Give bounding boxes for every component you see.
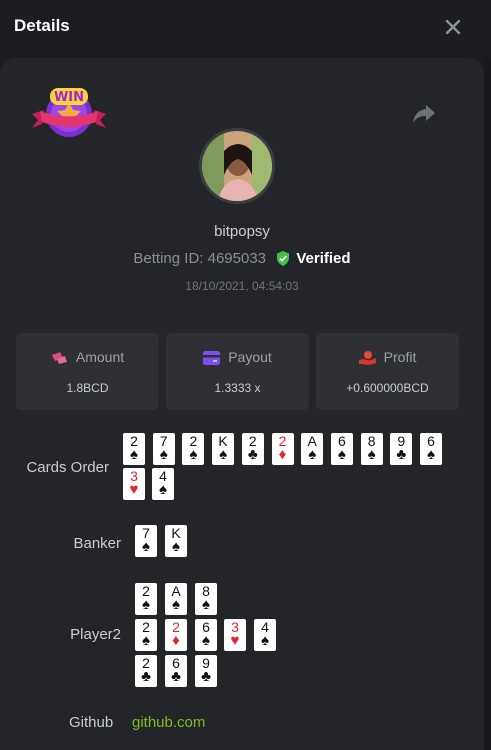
card-suit-icon: ♠ <box>308 446 317 463</box>
payout-label: Payout <box>228 349 272 365</box>
player2-label: Player2 <box>70 626 121 643</box>
card-suit-icon: ♠ <box>427 446 435 463</box>
playing-card: 4 ♠ <box>254 619 276 651</box>
card-suit-icon: ♠ <box>189 446 198 463</box>
card-suit-icon: ♠ <box>261 632 269 649</box>
playing-card: 7 ♠ <box>152 433 175 465</box>
amount-value: 1.8BCD <box>66 381 109 395</box>
playing-card: 9 ♣ <box>195 655 217 687</box>
profit-card: Profit +0.600000BCD <box>316 333 459 410</box>
playing-card: 2 ♦ <box>165 619 187 651</box>
username: bitpopsy <box>214 223 270 240</box>
github-label: Github <box>69 714 114 731</box>
win-badge-icon: WIN <box>30 84 108 144</box>
playing-card: 8 ♠ <box>360 433 383 465</box>
playing-card: 8 ♠ <box>195 583 217 615</box>
payout-icon <box>203 351 221 365</box>
playing-card: A ♠ <box>165 583 187 615</box>
card-suit-icon: ♦ <box>278 446 287 463</box>
card-suit-icon: ♠ <box>142 538 150 555</box>
playing-card: 4 ♠ <box>152 468 174 500</box>
card-suit-icon: ♠ <box>142 632 150 649</box>
dialog-title: Details <box>14 16 70 35</box>
cards-order-label: Cards Order <box>26 459 109 476</box>
amount-icon <box>51 352 67 364</box>
github-link[interactable]: github.com <box>132 714 205 731</box>
playing-card: K ♠ <box>165 525 187 557</box>
verified-shield-icon <box>277 251 290 266</box>
card-suit-icon: ♣ <box>201 668 211 685</box>
card-suit-icon: ♠ <box>172 538 180 555</box>
card-suit-icon: ♠ <box>159 446 168 463</box>
playing-card: 9 ♣ <box>390 433 413 465</box>
payout-card: Payout 1.3333 x <box>166 333 309 410</box>
card-suit-icon: ♠ <box>202 596 210 613</box>
playing-card: 6 ♠ <box>330 433 353 465</box>
card-suit-icon: ♠ <box>172 596 180 613</box>
playing-card: 6 ♣ <box>165 655 187 687</box>
betting-id: Betting ID: 4695033 <box>133 250 267 267</box>
svg-text:WIN: WIN <box>54 90 84 105</box>
banker-label: Banker <box>73 535 121 552</box>
card-suit-icon: ♠ <box>219 446 228 463</box>
playing-card: A ♠ <box>301 433 324 465</box>
card-suit-icon: ♠ <box>202 632 210 649</box>
playing-card: 2 ♣ <box>241 433 264 465</box>
card-suit-icon: ♣ <box>396 446 407 463</box>
card-suit-icon: ♦ <box>172 632 180 649</box>
profit-icon <box>358 351 376 365</box>
payout-value: 1.3333 x <box>214 381 261 395</box>
playing-card: 6 ♠ <box>420 433 442 465</box>
playing-card: 2 ♦ <box>271 433 294 465</box>
share-icon[interactable] <box>412 103 436 125</box>
card-suit-icon: ♠ <box>159 481 167 498</box>
card-suit-icon: ♣ <box>247 446 258 463</box>
card-suit-icon: ♠ <box>142 596 150 613</box>
card-suit-icon: ♥ <box>129 481 139 498</box>
playing-card: K ♠ <box>212 433 235 465</box>
amount-card: Amount 1.8BCD <box>16 333 159 410</box>
card-suit-icon: ♠ <box>337 446 346 463</box>
bet-timestamp: 18/10/2021, 04:54:03 <box>185 279 299 293</box>
playing-card: 2 ♠ <box>135 583 157 615</box>
close-icon[interactable] <box>440 14 466 40</box>
details-header: Details <box>0 0 491 56</box>
playing-card: 3 ♥ <box>123 468 145 500</box>
card-suit-icon: ♠ <box>367 446 376 463</box>
card-suit-icon: ♣ <box>141 668 151 685</box>
playing-card: 2 ♣ <box>135 655 157 687</box>
playing-card: 2 ♠ <box>135 619 157 651</box>
verified-label: Verified <box>296 250 351 267</box>
amount-label: Amount <box>75 349 125 365</box>
playing-card: 6 ♠ <box>195 619 217 651</box>
playing-card: 2 ♠ <box>182 433 205 465</box>
playing-card: 7 ♠ <box>135 525 157 557</box>
playing-card: 3 ♥ <box>224 619 246 651</box>
scrollbar[interactable] <box>484 58 491 750</box>
card-suit-icon: ♣ <box>171 668 181 685</box>
avatar <box>199 128 275 204</box>
playing-card: 2 ♠ <box>123 433 145 465</box>
profit-label: Profit <box>383 349 417 365</box>
card-suit-icon: ♠ <box>130 446 138 463</box>
profit-value: +0.600000BCD <box>346 381 429 395</box>
card-suit-icon: ♥ <box>230 632 240 649</box>
betting-info: Betting ID: 4695033 Verified <box>0 250 484 267</box>
